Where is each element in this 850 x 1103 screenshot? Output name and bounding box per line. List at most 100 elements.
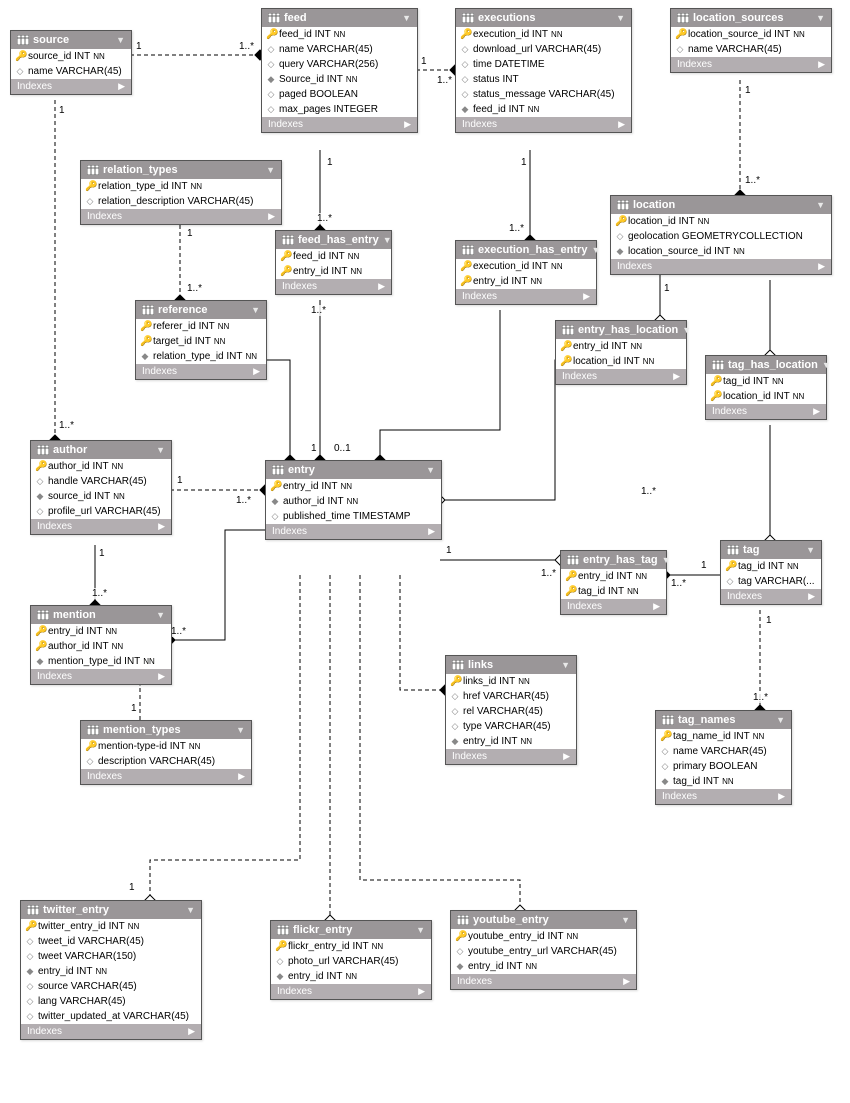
column-row[interactable]: ◇name VARCHAR(45): [656, 744, 791, 759]
column-row[interactable]: 🔑source_id INT NN: [11, 49, 131, 64]
column-row[interactable]: ◇query VARCHAR(256): [262, 57, 417, 72]
indexes-row[interactable]: Indexes▶: [81, 769, 251, 784]
expand-icon[interactable]: ▶: [813, 406, 820, 417]
column-row[interactable]: 🔑target_id INT NN: [136, 334, 266, 349]
column-row[interactable]: 🔑execution_id INT NN: [456, 259, 596, 274]
column-row[interactable]: ◇relation_description VARCHAR(45): [81, 194, 281, 209]
collapse-icon[interactable]: ▼: [662, 555, 671, 565]
column-row[interactable]: 🔑mention-type-id INT NN: [81, 739, 251, 754]
expand-icon[interactable]: ▶: [404, 119, 411, 130]
table-header[interactable]: mention▼: [31, 606, 171, 624]
expand-icon[interactable]: ▶: [778, 791, 785, 802]
column-row[interactable]: ◆tag_id INT NN: [656, 774, 791, 789]
table-header[interactable]: execution_has_entry▼: [456, 241, 596, 259]
expand-icon[interactable]: ▶: [418, 986, 425, 997]
collapse-icon[interactable]: ▼: [416, 925, 425, 935]
table-header[interactable]: youtube_entry▼: [451, 911, 636, 929]
column-row[interactable]: ◇download_url VARCHAR(45): [456, 42, 631, 57]
table-mention_types[interactable]: mention_types▼🔑mention-type-id INT NN◇de…: [80, 720, 252, 785]
expand-icon[interactable]: ▶: [428, 526, 435, 537]
column-row[interactable]: ◆Source_id INT NN: [262, 72, 417, 87]
table-execution_has_entry[interactable]: execution_has_entry▼🔑execution_id INT NN…: [455, 240, 597, 305]
column-row[interactable]: 🔑location_id INT NN: [611, 214, 831, 229]
indexes-row[interactable]: Indexes▶: [671, 57, 831, 72]
table-header[interactable]: flickr_entry▼: [271, 921, 431, 939]
indexes-row[interactable]: Indexes▶: [611, 259, 831, 274]
column-row[interactable]: 🔑location_id INT NN: [706, 389, 826, 404]
collapse-icon[interactable]: ▼: [383, 235, 392, 245]
column-row[interactable]: ◇status INT: [456, 72, 631, 87]
table-flickr_entry[interactable]: flickr_entry▼🔑flickr_entry_id INT NN◇pho…: [270, 920, 432, 1000]
column-row[interactable]: ◇time DATETIME: [456, 57, 631, 72]
indexes-row[interactable]: Indexes▶: [556, 369, 686, 384]
table-header[interactable]: entry▼: [266, 461, 441, 479]
column-row[interactable]: ◇max_pages INTEGER: [262, 102, 417, 117]
expand-icon[interactable]: ▶: [653, 601, 660, 612]
column-row[interactable]: ◇published_time TIMESTAMP: [266, 509, 441, 524]
expand-icon[interactable]: ▶: [158, 671, 165, 682]
column-row[interactable]: 🔑tag_id INT NN: [706, 374, 826, 389]
column-row[interactable]: 🔑location_id INT NN: [556, 354, 686, 369]
table-relation_types[interactable]: relation_types▼🔑relation_type_id INT NN◇…: [80, 160, 282, 225]
indexes-row[interactable]: Indexes▶: [561, 599, 666, 614]
indexes-row[interactable]: Indexes▶: [31, 519, 171, 534]
collapse-icon[interactable]: ▼: [616, 13, 625, 23]
table-youtube_entry[interactable]: youtube_entry▼🔑youtube_entry_id INT NN◇y…: [450, 910, 637, 990]
table-reference[interactable]: reference▼🔑referer_id INT NN🔑target_id I…: [135, 300, 267, 380]
collapse-icon[interactable]: ▼: [251, 305, 260, 315]
column-row[interactable]: 🔑execution_id INT NN: [456, 27, 631, 42]
table-header[interactable]: twitter_entry▼: [21, 901, 201, 919]
table-header[interactable]: entry_has_tag▼: [561, 551, 666, 569]
table-header[interactable]: feed▼: [262, 9, 417, 27]
table-executions[interactable]: executions▼🔑execution_id INT NN◇download…: [455, 8, 632, 133]
column-row[interactable]: ◆author_id INT NN: [266, 494, 441, 509]
indexes-row[interactable]: Indexes▶: [31, 669, 171, 684]
indexes-row[interactable]: Indexes▶: [11, 79, 131, 94]
column-row[interactable]: 🔑author_id INT NN: [31, 459, 171, 474]
collapse-icon[interactable]: ▼: [426, 465, 435, 475]
table-source[interactable]: source▼🔑source_id INT NN◇name VARCHAR(45…: [10, 30, 132, 95]
column-row[interactable]: ◆feed_id INT NN: [456, 102, 631, 117]
indexes-row[interactable]: Indexes▶: [456, 289, 596, 304]
column-row[interactable]: ◇tag VARCHAR(...: [721, 574, 821, 589]
collapse-icon[interactable]: ▼: [266, 165, 275, 175]
column-row[interactable]: ◇paged BOOLEAN: [262, 87, 417, 102]
column-row[interactable]: ◇twitter_updated_at VARCHAR(45): [21, 1009, 201, 1024]
column-row[interactable]: ◇name VARCHAR(45): [262, 42, 417, 57]
indexes-row[interactable]: Indexes▶: [262, 117, 417, 132]
column-row[interactable]: 🔑tag_name_id INT NN: [656, 729, 791, 744]
column-row[interactable]: ◇name VARCHAR(45): [671, 42, 831, 57]
table-feed_has_entry[interactable]: feed_has_entry▼🔑feed_id INT NN🔑entry_id …: [275, 230, 392, 295]
column-row[interactable]: ◇status_message VARCHAR(45): [456, 87, 631, 102]
column-row[interactable]: ◇profile_url VARCHAR(45): [31, 504, 171, 519]
expand-icon[interactable]: ▶: [188, 1026, 195, 1037]
expand-icon[interactable]: ▶: [238, 771, 245, 782]
table-entry_has_location[interactable]: entry_has_location▼🔑entry_id INT NN🔑loca…: [555, 320, 687, 385]
table-header[interactable]: mention_types▼: [81, 721, 251, 739]
table-tag_names[interactable]: tag_names▼🔑tag_name_id INT NN◇name VARCH…: [655, 710, 792, 805]
table-header[interactable]: tag_names▼: [656, 711, 791, 729]
table-header[interactable]: source▼: [11, 31, 131, 49]
column-row[interactable]: ◇tweet_id VARCHAR(45): [21, 934, 201, 949]
table-location_sources[interactable]: location_sources▼🔑location_source_id INT…: [670, 8, 832, 73]
column-row[interactable]: 🔑tag_id INT NN: [561, 584, 666, 599]
indexes-row[interactable]: Indexes▶: [266, 524, 441, 539]
table-header[interactable]: tag▼: [721, 541, 821, 559]
collapse-icon[interactable]: ▼: [156, 610, 165, 620]
column-row[interactable]: ◇description VARCHAR(45): [81, 754, 251, 769]
column-row[interactable]: ◇name VARCHAR(45): [11, 64, 131, 79]
expand-icon[interactable]: ▶: [808, 591, 815, 602]
column-row[interactable]: 🔑entry_id INT NN: [31, 624, 171, 639]
table-header[interactable]: location_sources▼: [671, 9, 831, 27]
indexes-row[interactable]: Indexes▶: [21, 1024, 201, 1039]
collapse-icon[interactable]: ▼: [236, 725, 245, 735]
collapse-icon[interactable]: ▼: [621, 915, 630, 925]
column-row[interactable]: 🔑flickr_entry_id INT NN: [271, 939, 431, 954]
indexes-row[interactable]: Indexes▶: [276, 279, 391, 294]
indexes-row[interactable]: Indexes▶: [81, 209, 281, 224]
expand-icon[interactable]: ▶: [583, 291, 590, 302]
column-row[interactable]: 🔑relation_type_id INT NN: [81, 179, 281, 194]
expand-icon[interactable]: ▶: [118, 81, 125, 92]
expand-icon[interactable]: ▶: [623, 976, 630, 987]
column-row[interactable]: ◇primary BOOLEAN: [656, 759, 791, 774]
